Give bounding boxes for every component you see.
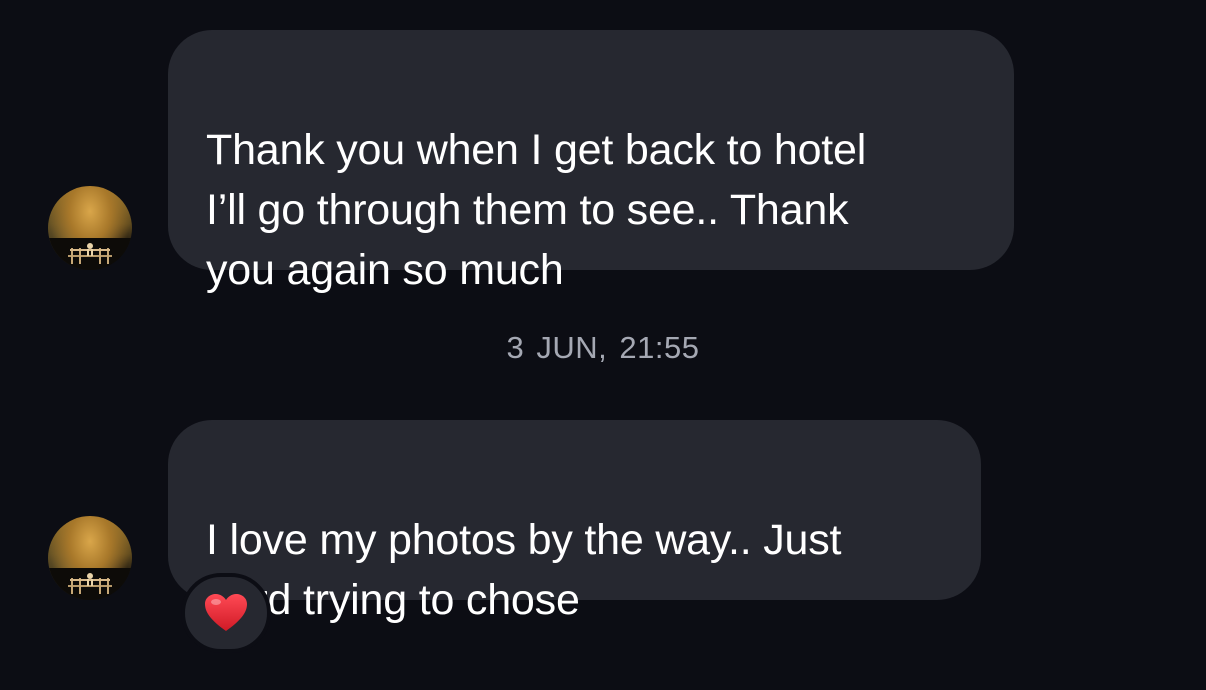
heart-icon xyxy=(205,594,247,631)
message-text: I love my photos by the way.. Just hard … xyxy=(206,516,842,624)
timestamp-divider: 3 JUN, 21:55 xyxy=(506,330,700,365)
avatar-photo-icon xyxy=(48,238,132,270)
avatar-photo-icon xyxy=(48,568,132,600)
message-text: Thank you when I get back to hotel I’ll … xyxy=(206,126,867,294)
message-bubble[interactable]: Thank you when I get back to hotel I’ll … xyxy=(168,30,1014,294)
reaction-badge[interactable] xyxy=(181,573,271,653)
message-bubble[interactable]: I love my photos by the way.. Just hard … xyxy=(168,420,981,624)
sender-avatar[interactable] xyxy=(48,186,132,270)
sender-avatar[interactable] xyxy=(48,516,132,600)
